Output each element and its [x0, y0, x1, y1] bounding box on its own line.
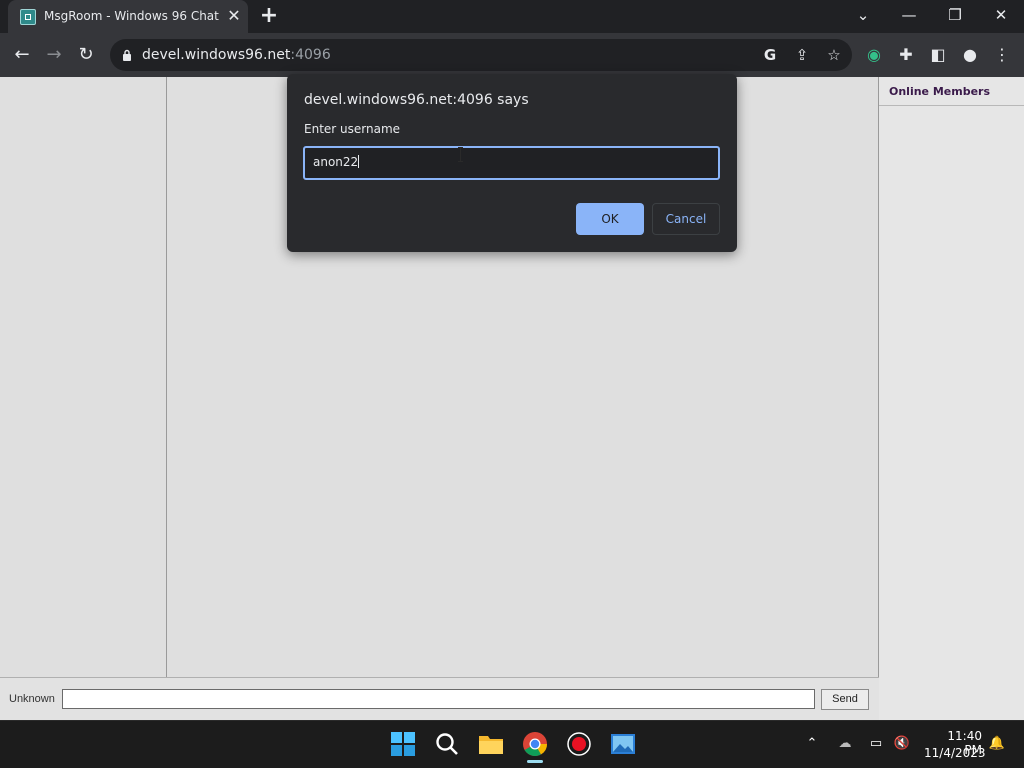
ok-button[interactable]: OK [576, 203, 644, 235]
extensions-puzzle-icon[interactable]: ✚ [894, 43, 918, 67]
online-members-panel: Online Members [879, 77, 1024, 720]
tab-search-chevron-icon[interactable]: ⌄ [840, 0, 886, 30]
grammarly-extension-icon[interactable]: ◉ [862, 43, 886, 67]
windows-taskbar: ⌃ ☁ ▭ 🔇 11:40 PM 11/4/2023 🔔 [0, 720, 1024, 768]
send-button[interactable]: Send [821, 689, 869, 710]
dialog-message: Enter username [304, 122, 401, 136]
bookmark-star-icon[interactable]: ☆ [824, 45, 844, 65]
prompt-dialog: devel.windows96.net:4096 says Enter user… [287, 74, 737, 252]
url-host: devel.windows96.net [142, 47, 291, 63]
window-close-icon[interactable]: ✕ [978, 0, 1024, 30]
tab-title: MsgRoom - Windows 96 Chat [44, 9, 219, 23]
share-icon[interactable]: ⇪ [792, 45, 812, 65]
minimize-icon[interactable]: — [886, 0, 932, 30]
new-tab-icon[interactable]: + [258, 5, 280, 27]
browser-titlebar: MsgRoom - Windows 96 Chat ✕ + ⌄ — ❐ ✕ [0, 0, 1024, 33]
mouse-ibeam-cursor-icon [458, 147, 463, 162]
volume-muted-icon[interactable]: 🔇 [893, 735, 911, 753]
onedrive-cloud-icon[interactable]: ☁ [836, 735, 854, 753]
browser-toolbar: ← → ↻ devel.windows96.net:4096 G ⇪ ☆ ◉ ✚… [0, 33, 1024, 77]
start-icon[interactable] [390, 731, 416, 757]
username-input[interactable]: anon22 [303, 146, 720, 180]
url-port: :4096 [290, 47, 331, 63]
show-hidden-icons-chevron-icon[interactable]: ⌃ [803, 735, 821, 753]
dialog-title: devel.windows96.net:4096 says [304, 92, 529, 108]
notification-bell-icon[interactable]: 🔔 [988, 735, 1006, 753]
lock-icon[interactable] [122, 49, 132, 61]
back-icon[interactable]: ← [8, 41, 36, 69]
search-icon[interactable] [434, 731, 460, 757]
forward-icon[interactable]: → [40, 41, 68, 69]
message-input[interactable] [62, 689, 815, 709]
google-lens-icon[interactable]: G [760, 45, 780, 65]
left-panel [0, 77, 167, 677]
file-explorer-icon[interactable] [478, 731, 504, 757]
restore-icon[interactable]: ❐ [932, 0, 978, 30]
text-caret [358, 155, 360, 168]
msgroom-favicon-icon [20, 9, 36, 25]
record-icon[interactable] [566, 731, 592, 757]
message-compose-bar: Unknown Send [0, 677, 879, 721]
photos-icon[interactable] [610, 731, 636, 757]
reload-icon[interactable]: ↻ [72, 41, 100, 69]
url-text[interactable]: devel.windows96.net:4096 [142, 47, 331, 63]
active-app-indicator [527, 760, 543, 763]
clock-date[interactable]: 11/4/2023 [924, 746, 986, 760]
address-bar[interactable]: devel.windows96.net:4096 G ⇪ ☆ [110, 39, 852, 71]
profile-icon[interactable]: ● [958, 43, 982, 67]
online-members-title: Online Members [889, 85, 991, 98]
username-label[interactable]: Unknown [9, 693, 55, 705]
chrome-icon[interactable] [522, 731, 548, 757]
cancel-button[interactable]: Cancel [652, 203, 720, 235]
username-input-value: anon22 [313, 155, 359, 169]
members-divider [879, 105, 1024, 106]
tab-close-icon[interactable]: ✕ [224, 6, 244, 26]
browser-tab[interactable]: MsgRoom - Windows 96 Chat ✕ [8, 0, 248, 33]
network-icon[interactable]: ▭ [867, 735, 885, 753]
side-panel-icon[interactable]: ◧ [926, 43, 950, 67]
menu-kebab-icon[interactable]: ⋮ [990, 43, 1014, 67]
